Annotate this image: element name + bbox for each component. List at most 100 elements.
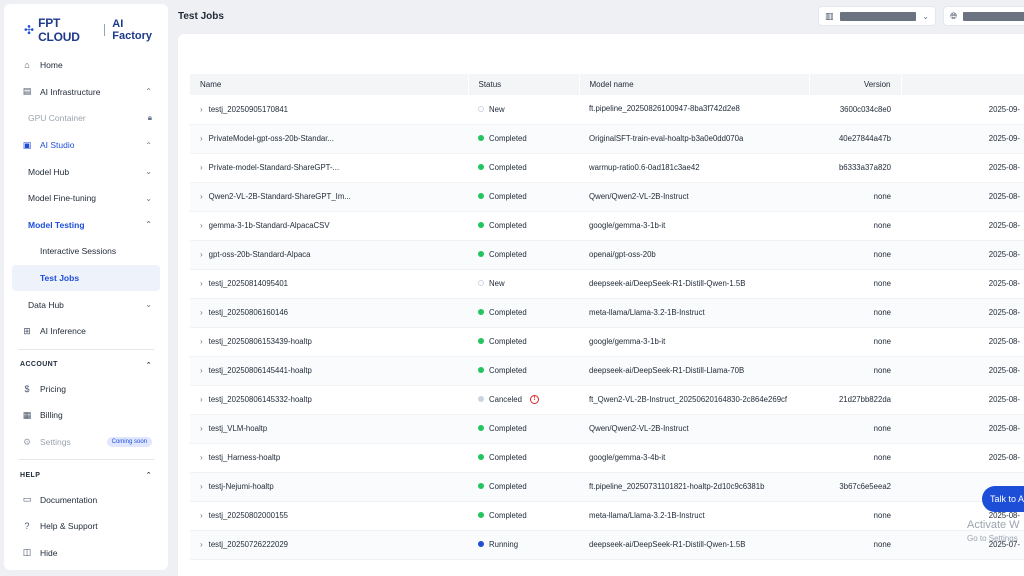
expand-row-icon[interactable]: ›: [200, 482, 203, 491]
section-account[interactable]: ACCOUNT ⌃: [12, 354, 160, 376]
expand-row-icon[interactable]: ›: [200, 279, 203, 288]
sidebar-item-label: Data Hub: [28, 299, 64, 310]
expand-row-icon[interactable]: ›: [200, 511, 203, 520]
job-name[interactable]: gemma-3-1b-Standard-AlpacaCSV: [209, 221, 330, 230]
created-date-cell: 2025-09-: [901, 95, 1024, 125]
job-name-cell[interactable]: › testj_20250814095401: [190, 269, 468, 299]
job-name-cell[interactable]: › Qwen2-VL-2B-Standard-ShareGPT_Im...: [190, 182, 468, 212]
job-name[interactable]: testj_VLM-hoaltp: [209, 424, 268, 433]
expand-row-icon[interactable]: ›: [200, 250, 203, 259]
expand-row-icon[interactable]: ›: [200, 308, 203, 317]
building-icon: ▥: [825, 10, 834, 21]
sidebar-divider: [18, 459, 154, 461]
expand-row-icon[interactable]: ›: [200, 453, 203, 462]
column-header-model-name[interactable]: Model name: [579, 74, 810, 95]
expand-row-icon[interactable]: ›: [200, 337, 203, 346]
table-row[interactable]: › testj_20250806153439-hoaltp Completed goo…: [190, 327, 1024, 357]
job-name[interactable]: testj_20250806145441-hoaltp: [209, 366, 312, 375]
column-header-version[interactable]: Version: [809, 74, 902, 95]
expand-row-icon[interactable]: ›: [200, 540, 203, 549]
section-help[interactable]: HELP ⌃: [12, 464, 160, 486]
sidebar-item-ai-infrastructure[interactable]: ▤ AI Infrastructure ⌃: [12, 79, 160, 106]
brand-logo[interactable]: ✣ FPT CLOUD AI Factory: [24, 16, 160, 44]
sidebar-item-test-jobs[interactable]: Test Jobs: [12, 264, 160, 292]
job-name[interactable]: testj_20250726222029: [209, 540, 288, 549]
table-row[interactable]: › testj_Harness-hoaltp Completed google/gem…: [190, 443, 1024, 473]
table-row[interactable]: › testj_20250905170841 New ft.pipeline_2025…: [190, 95, 1024, 125]
column-header-status[interactable]: Status: [468, 74, 580, 95]
job-name-cell[interactable]: › gpt-oss-20b-Standard-Alpaca: [190, 240, 468, 270]
job-name-cell[interactable]: › testj_20250806153439-hoaltp: [190, 327, 468, 357]
sidebar-item-gpu-container[interactable]: GPU Container 🔒︎: [12, 105, 160, 132]
sidebar-item-model-testing[interactable]: Model Testing ⌃: [12, 212, 160, 239]
job-name[interactable]: Private-model-Standard-ShareGPT-...: [209, 163, 339, 172]
expand-row-icon[interactable]: ›: [200, 105, 203, 114]
model-name-cell: ft.pipeline_20250731101821-hoaltp-2d10c9…: [579, 472, 809, 502]
job-name[interactable]: testj_20250905170841: [209, 105, 288, 114]
job-name-cell[interactable]: › PrivateModel-gpt-oss-20b-Standar...: [190, 124, 468, 154]
job-name-cell[interactable]: › testj_Harness-hoaltp: [190, 443, 468, 473]
sidebar-item-ai-studio[interactable]: ▣ AI Studio ⌃: [12, 132, 160, 159]
expand-row-icon[interactable]: ›: [200, 134, 203, 143]
sidebar-item-home[interactable]: ⌂ Home: [12, 52, 160, 79]
job-name-cell[interactable]: › gemma-3-1b-Standard-AlpacaCSV: [190, 211, 468, 241]
chevron-down-icon: ⌄: [922, 11, 929, 21]
job-name[interactable]: testj_20250806145332-hoaltp: [209, 395, 312, 404]
sidebar-item-interactive-sessions[interactable]: Interactive Sessions: [12, 238, 160, 265]
table-row[interactable]: › testj_20250806160146 Completed meta-llama…: [190, 298, 1024, 328]
sidebar-item-data-hub[interactable]: Data Hub ⌄: [12, 291, 160, 318]
sidebar-item-model-fine-tuning[interactable]: Model Fine-tuning ⌄: [12, 185, 160, 212]
job-name[interactable]: gpt-oss-20b-Standard-Alpaca: [209, 250, 311, 259]
job-name-cell[interactable]: › testj-Nejumi-hoaltp: [190, 472, 468, 502]
sidebar-item-model-hub[interactable]: Model Hub ⌄: [12, 158, 160, 185]
job-name[interactable]: testj_20250806153439-hoaltp: [209, 337, 312, 346]
table-row[interactable]: › testj_20250806145332-hoaltp Canceled! ft_…: [190, 385, 1024, 415]
region-selector[interactable]: 🌐︎: [943, 6, 1024, 26]
sidebar-item-documentation[interactable]: ▭ Documentation: [12, 486, 160, 513]
job-name[interactable]: testj_20250802000155: [209, 511, 288, 520]
table-row[interactable]: › testj-Nejumi-hoaltp Completed ft.pipeline…: [190, 472, 1024, 502]
job-name-cell[interactable]: › testj_20250806160146: [190, 298, 468, 328]
job-name-cell[interactable]: › testj_VLM-hoaltp: [190, 414, 468, 444]
chevron-up-icon: ⌃: [145, 361, 152, 369]
table-row[interactable]: › testj_VLM-hoaltp Completed Qwen/Qwen2-VL-…: [190, 414, 1024, 444]
expand-row-icon[interactable]: ›: [200, 424, 203, 433]
expand-row-icon[interactable]: ›: [200, 395, 203, 404]
job-name[interactable]: testj_20250814095401: [209, 279, 288, 288]
sidebar-item-help-support[interactable]: ? Help & Support: [12, 513, 160, 540]
table-row[interactable]: › gpt-oss-20b-Standard-Alpaca Completed ope…: [190, 240, 1024, 270]
table-row[interactable]: › testj_20250802000155 Completed meta-llama…: [190, 501, 1024, 531]
expand-row-icon[interactable]: ›: [200, 221, 203, 230]
status-cell: Running: [468, 530, 579, 560]
talk-to-ai-button[interactable]: Talk to A: [982, 486, 1024, 512]
table-row[interactable]: › PrivateModel-gpt-oss-20b-Standar... Comp…: [190, 124, 1024, 154]
job-name[interactable]: Qwen2-VL-2B-Standard-ShareGPT_Im...: [209, 192, 351, 201]
table-row[interactable]: › testj_20250806145441-hoaltp Completed dee…: [190, 356, 1024, 386]
job-name[interactable]: testj_Harness-hoaltp: [209, 453, 281, 462]
table-row[interactable]: › gemma-3-1b-Standard-AlpacaCSV Completed g…: [190, 211, 1024, 241]
sidebar-item-pricing[interactable]: $ Pricing: [12, 376, 160, 403]
sidebar-item-ai-inference[interactable]: ⊞ AI Inference: [12, 318, 160, 345]
job-name-cell[interactable]: › testj_20250905170841: [190, 95, 468, 125]
expand-row-icon[interactable]: ›: [200, 192, 203, 201]
job-name[interactable]: testj_20250806160146: [209, 308, 288, 317]
expand-row-icon[interactable]: ›: [200, 163, 203, 172]
table-row[interactable]: › Private-model-Standard-ShareGPT-... Comp…: [190, 153, 1024, 183]
job-name-cell[interactable]: › testj_20250806145441-hoaltp: [190, 356, 468, 386]
sidebar-item-billing[interactable]: ▦ Billing: [12, 402, 160, 429]
column-header-name[interactable]: Name: [190, 74, 469, 95]
sidebar-item-settings[interactable]: ⚙ Settings Coming soon: [12, 429, 160, 456]
job-name[interactable]: PrivateModel-gpt-oss-20b-Standar...: [209, 134, 334, 143]
job-name-cell[interactable]: › testj_20250802000155: [190, 501, 468, 531]
project-selector[interactable]: ▥ ⌄: [818, 6, 936, 26]
alert-info-icon[interactable]: !: [529, 394, 539, 404]
sidebar-item-hide[interactable]: ◫ Hide: [12, 540, 160, 567]
table-row[interactable]: › Qwen2-VL-2B-Standard-ShareGPT_Im... Comp…: [190, 182, 1024, 212]
job-name-cell[interactable]: › testj_20250806145332-hoaltp: [190, 385, 468, 415]
expand-row-icon[interactable]: ›: [200, 366, 203, 375]
job-name-cell[interactable]: › testj_20250726222029: [190, 530, 468, 560]
job-name[interactable]: testj-Nejumi-hoaltp: [209, 482, 274, 491]
table-row[interactable]: › testj_20250814095401 New deepseek-ai/Deep…: [190, 269, 1024, 299]
job-name-cell[interactable]: › Private-model-Standard-ShareGPT-...: [190, 153, 468, 183]
table-row[interactable]: › testj_20250726222029 Running deepseek-ai/…: [190, 530, 1024, 560]
